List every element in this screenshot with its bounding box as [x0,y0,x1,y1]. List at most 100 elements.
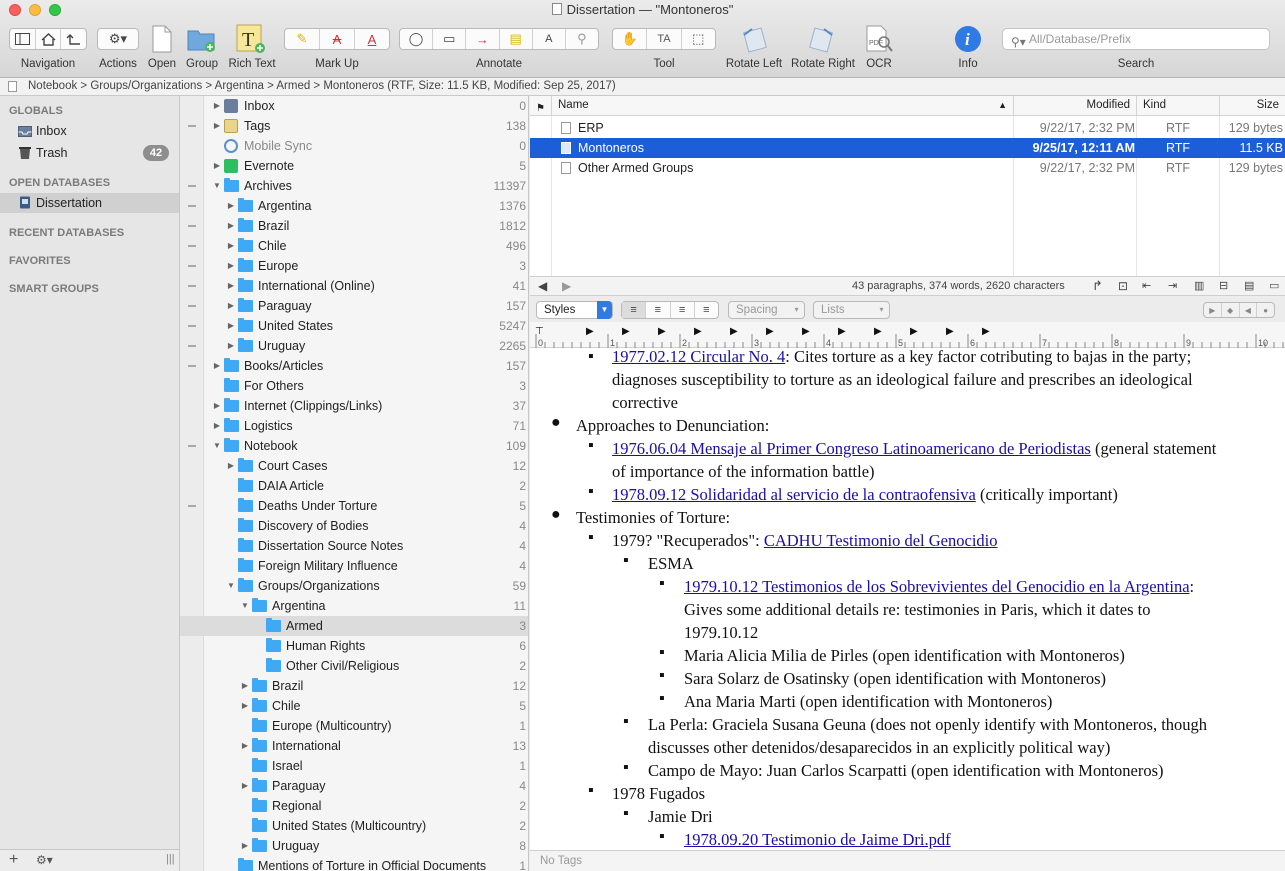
disclosure-collapsed-icon[interactable]: ▶ [226,276,236,296]
document-link[interactable]: 1979.10.12 Testimonios de los Sobrevivie… [684,577,1190,596]
tab-stop-marker[interactable]: ▶ [910,326,918,337]
home-icon[interactable] [36,29,62,49]
disclosure-collapsed-icon[interactable]: ▶ [226,196,236,216]
outline-item-chile[interactable]: ▶ Chile 496 [180,236,528,256]
disclosure-collapsed-icon[interactable]: ▶ [212,416,222,436]
spacing-popup[interactable]: Spacing ▾ [728,301,805,319]
flag-column-icon[interactable]: ⚑ [536,99,545,118]
outline-item-uruguay[interactable]: ▶ Uruguay 8 [180,836,528,856]
disclosure-collapsed-icon[interactable]: ▶ [240,836,250,856]
outline-item-internet-clippings-links[interactable]: ▶ Internet (Clippings/Links) 37 [180,396,528,416]
tab-stop-marker[interactable]: ▶ [622,326,630,337]
disclosure-collapsed-icon[interactable]: ▶ [226,296,236,316]
column-header-kind[interactable]: Kind [1136,96,1219,116]
hand-tool-icon[interactable]: ✋ [613,29,648,49]
document-link[interactable]: 1978.09.12 Solidaridad al servicio de la… [612,485,976,504]
back-icon[interactable]: ◀ [538,277,547,295]
list-row[interactable]: Other Armed Groups 9/22/17, 2:32 PM RTF 129… [530,158,1285,178]
next-hit-icon[interactable]: ⇥ [1168,277,1177,295]
outline-item-evernote[interactable]: ▶ Evernote 5 [180,156,528,176]
outline-item-notebook[interactable]: ▼ Notebook 109 [180,436,528,456]
tab-stop-marker[interactable]: ▶ [694,326,702,337]
open-button[interactable] [147,24,177,54]
rectangle-icon[interactable]: ▭ [433,29,467,49]
outline-item-human-rights[interactable]: Human Rights 6 [180,636,528,656]
outline-item-paraguay[interactable]: ▶ Paraguay 157 [180,296,528,316]
previous-hit-icon[interactable]: ⇤ [1142,277,1151,295]
align-left-icon[interactable]: ≡ [622,302,647,318]
outline-item-logistics[interactable]: ▶ Logistics 71 [180,416,528,436]
rotate-right-button[interactable] [807,24,837,54]
document-link[interactable]: CADHU Testimonio del Genocidio [764,531,998,550]
outline-item-paraguay[interactable]: ▶ Paraguay 4 [180,776,528,796]
outline-item-chile[interactable]: ▶ Chile 5 [180,696,528,716]
page-icon[interactable]: ▤ [1244,277,1254,295]
column-header-size[interactable]: Size [1219,96,1285,116]
outline-item-armed[interactable]: Armed 3 [180,616,528,636]
go-up-icon[interactable] [61,29,86,49]
outline-item-archives[interactable]: ▼ Archives 11397 [180,176,528,196]
add-icon[interactable]: + [9,851,18,869]
text-select-icon[interactable]: TA [647,29,682,49]
disclosure-collapsed-icon[interactable]: ▶ [240,696,250,716]
outline-item-international[interactable]: ▶ International 13 [180,736,528,756]
layout-icon[interactable]: ▭ [1269,277,1279,295]
document-link[interactable]: 1977.02.12 Circular No. 4 [612,348,785,366]
disclosure-collapsed-icon[interactable]: ▶ [240,676,250,696]
tab-stop-marker[interactable]: ▶ [946,326,954,337]
text-box-icon[interactable]: A [533,29,566,49]
center-tab-icon[interactable]: ◆ [1222,303,1240,317]
disclosure-collapsed-icon[interactable]: ▶ [212,96,222,116]
outline-item-regional[interactable]: Regional 2 [180,796,528,816]
disclosure-expanded-icon[interactable]: ▼ [212,436,222,456]
align-right-icon[interactable]: ≡ [695,302,718,318]
outline-item-other-civil-religious[interactable]: Other Civil/Religious 2 [180,656,528,676]
strikethrough-icon[interactable]: A [320,29,355,49]
disclosure-collapsed-icon[interactable]: ▶ [226,256,236,276]
ocr-button[interactable]: PDF [864,24,894,54]
new-group-button[interactable] [187,24,217,54]
outline-item-argentina[interactable]: ▶ Argentina 1376 [180,196,528,216]
disclosure-collapsed-icon[interactable]: ▶ [226,336,236,356]
outline-item-mobile-sync[interactable]: Mobile Sync 0 [180,136,528,156]
outline-item-united-states[interactable]: ▶ United States 5247 [180,316,528,336]
note-icon[interactable]: ▤ [500,29,533,49]
disclosure-expanded-icon[interactable]: ▼ [226,576,236,596]
right-tab-icon[interactable]: ◀ [1240,303,1258,317]
disclosure-collapsed-icon[interactable]: ▶ [226,236,236,256]
column-header-modified[interactable]: Modified [1013,96,1136,116]
outline-item-daia-article[interactable]: DAIA Article 2 [180,476,528,496]
duplicate-icon[interactable]: ▥ [1194,277,1204,295]
outline-item-uruguay[interactable]: ▶ Uruguay 2265 [180,336,528,356]
underline-icon[interactable]: A [355,29,389,49]
outline-item-europe[interactable]: ▶ Europe 3 [180,256,528,276]
disclosure-collapsed-icon[interactable]: ▶ [212,356,222,376]
outline-item-inbox[interactable]: ▶ Inbox 0 [180,96,528,116]
disclosure-collapsed-icon[interactable]: ▶ [226,216,236,236]
disclosure-expanded-icon[interactable]: ▼ [212,176,222,196]
rich-text-editor[interactable]: ▪ 1977.02.12 Circular No. 4: Cites tortu… [530,348,1285,850]
document-link[interactable]: 1976.06.04 Mensaje al Primer Congreso La… [612,439,1091,458]
tab-stop-marker[interactable]: ▶ [658,326,666,337]
sidebar-item-inbox[interactable]: Inbox [0,121,179,141]
styles-popup[interactable]: Styles ▼ [536,301,613,319]
outline-item-mentions-of-torture-in-official-documents[interactable]: Mentions of Torture in Official Document… [180,856,528,871]
disclosure-collapsed-icon[interactable]: ▶ [212,156,222,176]
tab-stop-marker[interactable]: ▶ [838,326,846,337]
outline-item-deaths-under-torture[interactable]: Deaths Under Torture 5 [180,496,528,516]
tab-stop-marker[interactable]: ▶ [766,326,774,337]
ruler[interactable]: 0 1 2 3 4 5 6 7 8 9 10 ⊤ ▶ ▶ ▶ ▶ ▶ ▶ ▶ ▶ ▶ ▶ ▶ ▶ [530,322,1285,348]
share-icon[interactable]: ↱ [1092,277,1103,295]
actions-button[interactable]: ⚙▾ [97,28,139,50]
resize-handle-icon[interactable]: ||| [166,853,175,865]
list-row[interactable]: ERP 9/22/17, 2:32 PM RTF 129 bytes [530,118,1285,138]
lock-icon[interactable]: ⊡ [1118,277,1128,295]
gear-icon[interactable]: ⚙▾ [36,853,53,867]
align-center-icon[interactable]: ≡ [646,302,671,318]
favorites-heading[interactable]: FAVORITES [9,255,71,267]
rotate-left-button[interactable] [739,24,769,54]
outline-item-israel[interactable]: Israel 1 [180,756,528,776]
link-icon[interactable]: ⚲ [566,29,598,49]
tab-stop-marker[interactable]: ▶ [730,326,738,337]
disclosure-collapsed-icon[interactable]: ▶ [226,456,236,476]
